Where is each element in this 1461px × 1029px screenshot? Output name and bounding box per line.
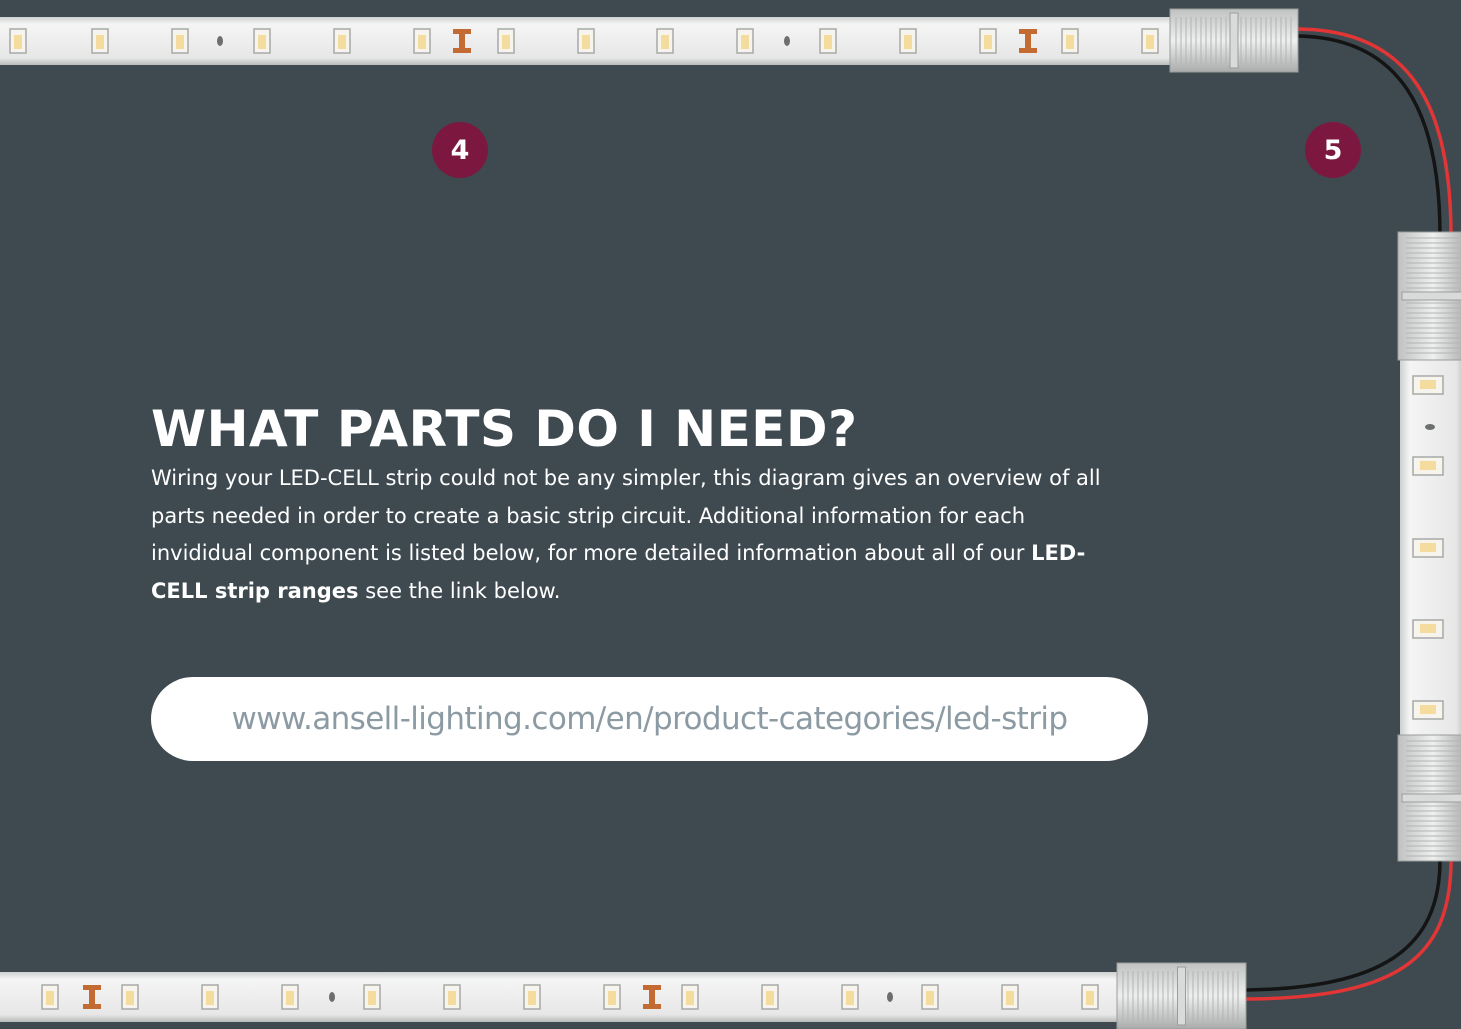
led-chip-emitter [1420, 543, 1436, 552]
led-chip-emitter [176, 35, 184, 49]
led-chip-emitter [502, 35, 510, 49]
intro-text-tail: see the link below. [365, 578, 561, 603]
led-strip-right [1397, 231, 1461, 862]
led-chip-emitter [846, 991, 854, 1005]
led-chip-emitter [1066, 35, 1074, 49]
led-strip-top [0, 8, 1299, 73]
led-chip-emitter [14, 35, 22, 49]
led-chip-emitter [368, 991, 376, 1005]
resistor [83, 1004, 101, 1009]
strip-body [0, 972, 1135, 1022]
step-marker-4: 4 [432, 122, 488, 178]
resistor [1019, 48, 1037, 53]
resistor [1019, 29, 1037, 34]
led-chip-emitter [448, 991, 456, 1005]
connector-clip [1401, 793, 1461, 803]
led-chip-emitter [258, 35, 266, 49]
connector-clip [1401, 291, 1461, 301]
led-chip-emitter [1420, 380, 1436, 389]
resistor [643, 985, 661, 990]
led-chip-emitter [126, 991, 134, 1005]
led-chip-emitter [1420, 705, 1436, 714]
strip-component [329, 992, 335, 1002]
led-chip-emitter [1420, 461, 1436, 470]
resistor [453, 29, 471, 34]
led-chip-emitter [96, 35, 104, 49]
led-chip-emitter [1146, 35, 1154, 49]
resistor [1025, 34, 1031, 48]
led-chip-emitter [766, 991, 774, 1005]
led-chip-emitter [46, 991, 54, 1005]
led-chip-emitter [661, 35, 669, 49]
led-strip-bottom [0, 962, 1247, 1029]
led-chip-emitter [338, 35, 346, 49]
strip-component [784, 36, 790, 46]
connector-clip [1177, 966, 1186, 1026]
led-chip-emitter [286, 991, 294, 1005]
website-url-text: www.ansell-lighting.com/en/product-categ… [231, 701, 1069, 737]
strip-component [1425, 424, 1435, 430]
led-chip-emitter [206, 991, 214, 1005]
resistor [643, 1004, 661, 1009]
wire-bottom-right [1245, 859, 1453, 1001]
website-link-button[interactable]: www.ansell-lighting.com/en/product-categ… [151, 677, 1148, 761]
intro-text: Wiring your LED-CELL strip could not be … [151, 466, 1101, 565]
led-chip-emitter [686, 991, 694, 1005]
intro-paragraph: Wiring your LED-CELL strip could not be … [151, 460, 1111, 610]
resistor [89, 990, 95, 1004]
led-chip-emitter [1086, 991, 1094, 1005]
resistor [83, 985, 101, 990]
led-chip-emitter [741, 35, 749, 49]
led-chip-emitter [528, 991, 536, 1005]
led-chip-emitter [608, 991, 616, 1005]
led-chip-emitter [1420, 624, 1436, 633]
connector-clip [1229, 12, 1239, 69]
strip-component [887, 992, 893, 1002]
resistor [649, 990, 655, 1004]
led-chip-emitter [824, 35, 832, 49]
led-chip-emitter [418, 35, 426, 49]
led-chip-emitter [1006, 991, 1014, 1005]
led-chip-emitter [582, 35, 590, 49]
page-title: WHAT PARTS DO I NEED? [151, 400, 858, 458]
strip-component [217, 36, 223, 46]
resistor [453, 48, 471, 53]
led-chip-emitter [904, 35, 912, 49]
led-chip-emitter [984, 35, 992, 49]
resistor [459, 34, 465, 48]
step-marker-5: 5 [1305, 122, 1361, 178]
led-chip-emitter [926, 991, 934, 1005]
